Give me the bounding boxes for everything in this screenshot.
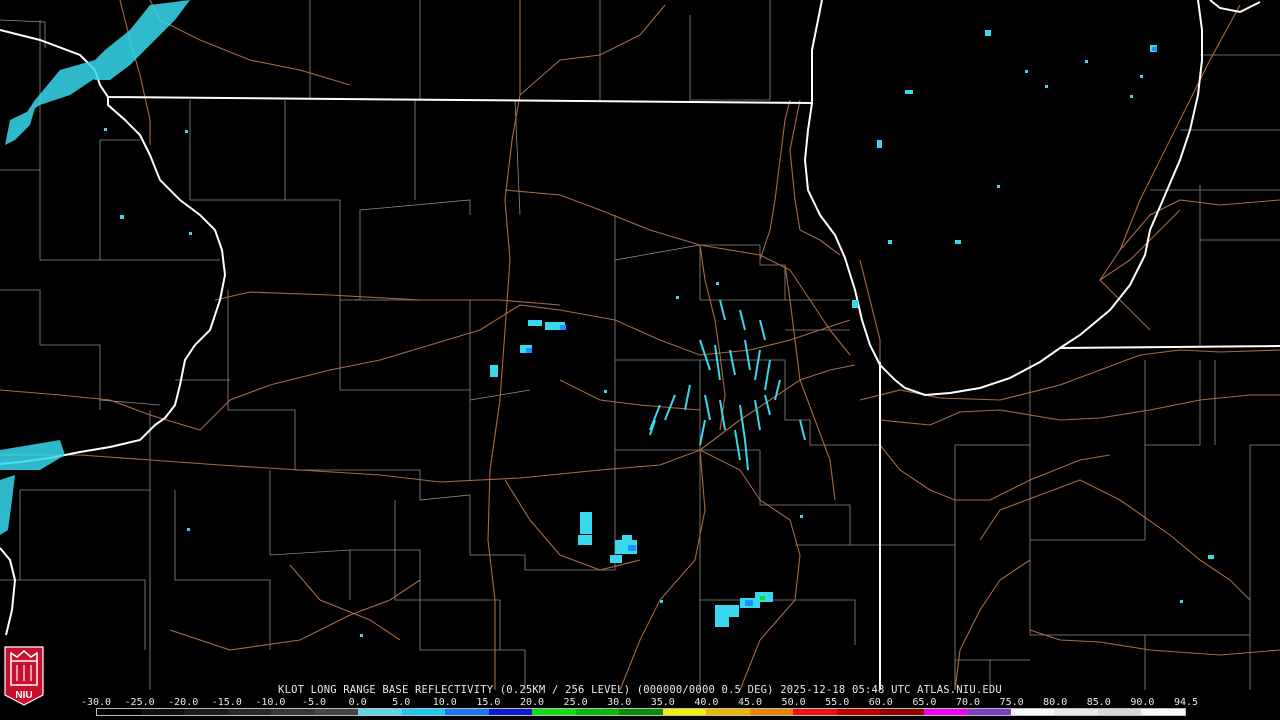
colorbar-segment [488, 709, 533, 715]
colorbar-segment [967, 709, 1011, 715]
colorbar-tick-label: -15.0 [211, 697, 242, 708]
colorbar-segment [880, 709, 924, 715]
colorbar-segment [706, 709, 750, 715]
colorbar-segment [184, 709, 228, 715]
colorbar-tick-label: 65.0 [912, 697, 937, 708]
colorbar-segment [1141, 709, 1185, 715]
colorbar-tick-label: 0.0 [348, 697, 367, 708]
colorbar-segment [532, 709, 576, 715]
colorbar-tick-label: 15.0 [476, 697, 501, 708]
colorbar-segment [271, 709, 315, 715]
product-caption: KLOT LONG RANGE BASE REFLECTIVITY (0.25K… [278, 684, 1002, 696]
radar-map [0, 0, 1280, 691]
colorbar-tick-label: 85.0 [1086, 697, 1111, 708]
colorbar-segment [227, 709, 272, 715]
colorbar-segment [575, 709, 620, 715]
colorbar-segment [662, 709, 707, 715]
colorbar-tick-label: 25.0 [563, 697, 588, 708]
colorbar-tick-label: 10.0 [432, 697, 457, 708]
colorbar-tick-label: -30.0 [80, 697, 112, 708]
colorbar-tick-label: 40.0 [694, 697, 719, 708]
radar-map-view: NIU KLOT LONG RANGE BASE REFLECTIVITY (0… [0, 0, 1280, 720]
colorbar-tick-label: 94.5 [1173, 697, 1199, 708]
colorbar-tick-label: -20.0 [168, 697, 199, 708]
colorbar-segment [793, 709, 837, 715]
state-borders [0, 0, 1280, 690]
colorbar-segment [314, 709, 359, 715]
colorbar-tick-label: 75.0 [999, 697, 1024, 708]
colorbar-tick-label: 35.0 [650, 697, 675, 708]
colorbar-segment [401, 709, 446, 715]
colorbar-tick-label: 20.0 [519, 697, 545, 708]
colorbar-tick-label: 45.0 [737, 697, 763, 708]
colorbar-tick-label: 90.0 [1130, 697, 1155, 708]
colorbar-tick-label: -25.0 [124, 697, 155, 708]
colorbar-tick-label: 30.0 [607, 697, 632, 708]
colorbar-tick-label: 70.0 [955, 697, 981, 708]
colorbar-tick-label: 50.0 [781, 697, 806, 708]
colorbar-segment [1097, 709, 1142, 715]
colorbar-tick-label: -10.0 [255, 697, 286, 708]
colorbar-tick-label: 5.0 [392, 697, 411, 708]
colorbar-segment [749, 709, 794, 715]
colorbar-segment [1054, 709, 1098, 715]
colorbar-tick-label: -5.0 [301, 697, 327, 708]
colorbar-segment [619, 709, 663, 715]
colorbar-segment [923, 709, 968, 715]
colorbar-tick-label: 80.0 [1043, 697, 1068, 708]
reflectivity-colorbar [96, 708, 1186, 716]
niu-logo: NIU [4, 646, 44, 706]
colorbar-tick-label: 60.0 [868, 697, 893, 708]
colorbar-segment [358, 709, 402, 715]
county-borders [0, 0, 1280, 690]
colorbar-segment [1010, 709, 1055, 715]
colorbar-segment [140, 709, 185, 715]
colorbar-tick-label: 55.0 [825, 697, 850, 708]
colorbar-segment [445, 709, 489, 715]
colorbar-segment [836, 709, 881, 715]
colorbar-segment [97, 709, 141, 715]
highway-network [0, 0, 1280, 691]
